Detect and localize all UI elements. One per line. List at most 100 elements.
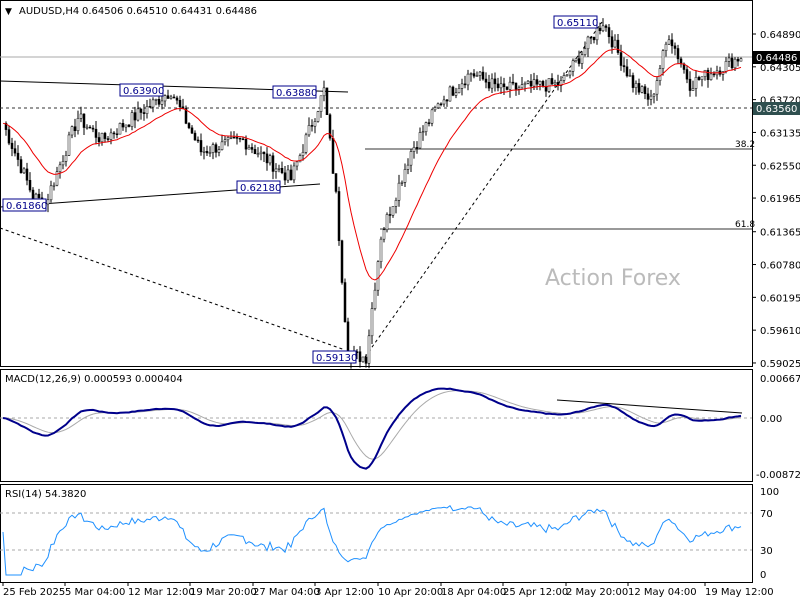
candle (694, 70, 698, 97)
candle (700, 76, 704, 87)
rsi-line (2, 504, 742, 576)
candle (520, 76, 524, 89)
price-panel (0, 0, 753, 367)
candle (277, 164, 281, 173)
macd-line (2, 387, 742, 470)
moving-average-line (2, 48, 742, 281)
time-tick-label: 19 Mar 20:00 (190, 587, 257, 598)
candle (394, 197, 398, 214)
price-annotation: 0.59130 (316, 353, 357, 364)
time-tick-label: 12 May 04:00 (628, 587, 697, 598)
candle (385, 212, 389, 233)
candle (316, 110, 320, 123)
macd-panel (0, 369, 753, 482)
candle (601, 18, 605, 33)
ohlc-values: 0.64506 0.64510 0.64431 0.64486 (82, 6, 257, 17)
candle (613, 34, 617, 48)
candle (472, 69, 476, 79)
candle (598, 22, 602, 35)
candle (595, 27, 599, 45)
candle (640, 85, 644, 94)
macd-tick-bottom: -0.008724 (756, 470, 800, 481)
price-tick-label: 0.59025 (760, 359, 800, 370)
candle (400, 180, 404, 187)
price-tick-label: 0.61965 (760, 194, 800, 205)
candle (451, 85, 455, 97)
candle (448, 85, 452, 102)
candle (118, 122, 122, 135)
candle (409, 149, 413, 172)
price-tick-label: 0.60780 (760, 261, 800, 272)
candle (583, 41, 587, 57)
candle (211, 142, 215, 160)
candle (709, 67, 713, 81)
candle (187, 122, 191, 130)
candle (94, 120, 98, 145)
price-axis: 0.648900.643050.637200.631350.625500.619… (752, 30, 800, 370)
candle (334, 173, 338, 194)
candle (115, 128, 119, 139)
fib-382-label: 38.2 (735, 140, 755, 150)
candle (220, 134, 224, 151)
chart-window: Action Forex 0.64890 0.64305 0.63720 0.6313… (0, 0, 800, 600)
candle (295, 161, 299, 171)
candle (301, 144, 305, 161)
time-tick-label: 19 May 12:00 (705, 587, 774, 598)
candle (730, 53, 734, 70)
candle (91, 125, 95, 133)
price-annotations: 0.63900 0.63880 0.62180 0.61860 0.59130 0.651… (2, 15, 598, 364)
candle (736, 56, 740, 67)
candle (514, 82, 518, 96)
watermark: Action Forex (545, 266, 681, 291)
time-tick-label: 2 May 20:00 (566, 587, 628, 598)
candle (145, 100, 149, 119)
candle (688, 71, 692, 97)
candle (544, 79, 548, 97)
candle (223, 135, 227, 146)
candle (433, 105, 437, 112)
rsi-tick-30: 30 (760, 546, 773, 557)
candle (574, 58, 578, 63)
candle (7, 125, 11, 146)
candle (73, 118, 77, 138)
candle (109, 128, 113, 145)
candle (313, 118, 317, 134)
candle (628, 69, 632, 77)
candle (418, 127, 422, 149)
candle (439, 102, 443, 107)
candle (361, 356, 365, 363)
candle (280, 161, 284, 175)
candle (637, 78, 641, 95)
candle (193, 130, 197, 141)
candle (28, 172, 32, 193)
candle (196, 136, 200, 144)
candle (130, 110, 134, 131)
candle (202, 146, 206, 160)
candle (604, 24, 608, 32)
candle (262, 151, 266, 162)
candle (589, 36, 593, 45)
candle (310, 119, 314, 132)
candle (304, 132, 308, 155)
candle (235, 133, 239, 145)
chart-canvas[interactable]: Action Forex 0.648900.643050.637200.6313… (0, 0, 800, 600)
candle (727, 53, 731, 68)
candle (52, 182, 56, 191)
rsi-label: RSI(14) 54.3820 (5, 489, 86, 500)
candle (466, 69, 470, 91)
candle (697, 75, 701, 81)
candle (337, 186, 341, 246)
candle (568, 69, 572, 79)
fib-618-label: 61.8 (735, 220, 755, 230)
candle (106, 136, 110, 142)
candle (691, 80, 695, 91)
candle (289, 164, 293, 181)
time-tick-label: 25 Feb 2025 (3, 587, 65, 598)
dashed-trendline-down (0, 227, 346, 351)
candle (559, 76, 563, 93)
candle (616, 33, 620, 55)
price-annotation: 0.62180 (240, 183, 281, 194)
candle (358, 346, 362, 368)
collapse-triangle-icon[interactable]: ▼ (5, 7, 12, 17)
candle (181, 98, 185, 110)
